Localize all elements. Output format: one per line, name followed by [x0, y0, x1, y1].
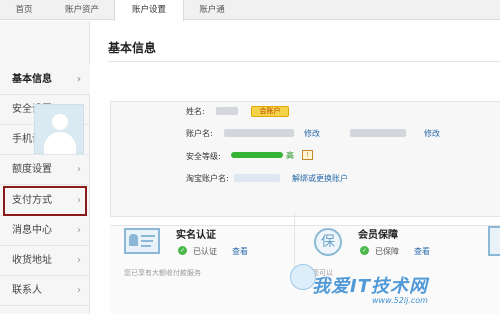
tab-account-assets[interactable]: 账户资产 — [56, 0, 108, 20]
avatar-head-shape — [52, 114, 68, 130]
contact-value-redacted — [350, 129, 406, 137]
sidebar-item-limit[interactable]: 额度设置 › — [0, 155, 90, 185]
sidebar-item-label: 消息中心 — [12, 225, 52, 236]
sidebar: 基本信息 › 安全设置 › 手机设置 › 额度设置 › 支付方式 › 消息中心 … — [0, 21, 90, 314]
page-title: 基本信息 — [108, 41, 157, 55]
id-card-line — [141, 235, 155, 237]
chevron-right-icon: › — [77, 255, 81, 266]
sidebar-item-contacts[interactable]: 联系人 › — [0, 276, 90, 306]
sidebar-item-address[interactable]: 收货地址 › — [0, 246, 90, 276]
title-divider — [108, 61, 500, 62]
id-card-photo-shape — [129, 234, 138, 246]
highlight-box — [3, 186, 87, 216]
partial-card-icon — [488, 226, 500, 256]
id-card-line — [141, 240, 153, 242]
tab-home[interactable]: 首页 — [6, 0, 42, 20]
unbind-account-link[interactable]: 解绑或更换账户 — [292, 173, 348, 184]
edit-contact-link[interactable]: 修改 — [424, 128, 440, 139]
name-label: 姓名: — [186, 107, 205, 116]
sidebar-item-label: 联系人 — [12, 285, 42, 296]
security-help-icon[interactable]: ! — [302, 150, 313, 160]
id-card-icon — [124, 228, 160, 254]
protection-view-link[interactable]: 查看 — [414, 246, 430, 257]
security-label: 安全等级: — [186, 152, 221, 161]
card-title-realname: 实名认证 — [176, 230, 216, 241]
chevron-right-icon: › — [77, 225, 81, 236]
name-value-redacted — [216, 107, 238, 115]
id-card-line — [141, 245, 151, 247]
security-level-bar — [231, 152, 283, 158]
top-nav: 首页 账户资产 账户设置 账户通 — [0, 0, 500, 21]
tab-account-pass[interactable]: 账户通 — [190, 0, 234, 20]
tab-account-settings[interactable]: 账户设置 — [114, 0, 184, 21]
avatar-body-shape — [44, 132, 76, 154]
shield-icon: 保 — [314, 228, 342, 256]
sidebar-item-label: 额度设置 — [12, 164, 52, 175]
avatar[interactable] — [34, 104, 84, 154]
account-label: 账户名: — [186, 129, 213, 138]
sidebar-item-messages[interactable]: 消息中心 › — [0, 216, 90, 246]
account-value-redacted — [224, 129, 294, 137]
chevron-right-icon: › — [76, 74, 81, 85]
sidebar-item-basic-info[interactable]: 基本信息 › — [0, 65, 90, 95]
watermark-text: 我爱IT技术网 — [312, 276, 428, 297]
check-icon: ✓ — [178, 246, 187, 255]
edit-account-link[interactable]: 修改 — [304, 128, 320, 139]
realname-hint: 您已享有大额收付款服务 — [124, 269, 201, 277]
taobao-value-redacted — [234, 174, 280, 182]
realname-status: 已认证 — [193, 247, 217, 256]
chevron-right-icon: › — [77, 164, 81, 175]
security-level-text: 高 — [286, 151, 294, 160]
check-icon: ✓ — [360, 246, 369, 255]
protection-status: 已保障 — [375, 247, 399, 256]
sidebar-item-label: 收货地址 — [12, 255, 52, 266]
taobao-label: 淘宝账户名: — [186, 174, 229, 183]
card-title-protection: 会员保障 — [358, 230, 398, 241]
sidebar-item-label: 基本信息 — [12, 74, 52, 85]
vip-badge: 会账户 — [251, 106, 289, 117]
realname-view-link[interactable]: 查看 — [232, 246, 248, 257]
watermark-url: www.52ij.com — [372, 296, 428, 305]
chevron-right-icon: › — [77, 285, 81, 296]
